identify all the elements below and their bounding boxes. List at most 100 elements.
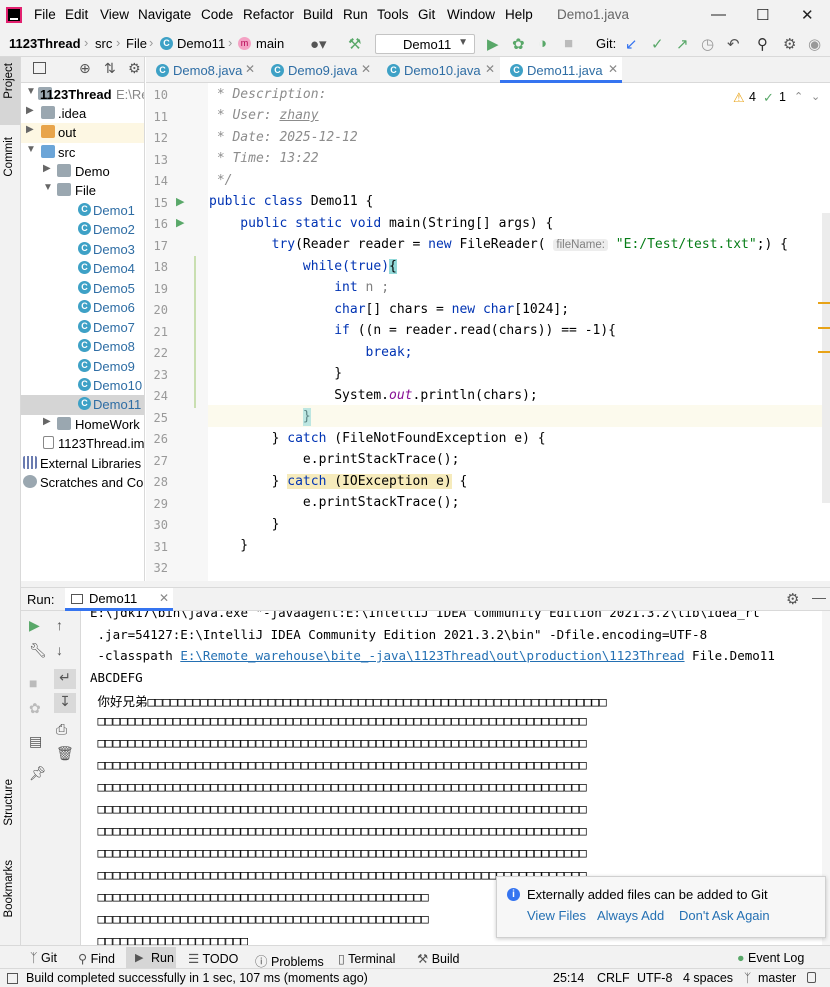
warning-icon[interactable]: ⚠ — [733, 90, 745, 106]
tree-class-demo3[interactable]: C Demo3 — [21, 240, 144, 260]
tool-terminal[interactable]: ▯ Terminal — [338, 951, 395, 966]
breadcrumb-file[interactable]: File — [126, 36, 147, 51]
caret-position[interactable]: 25:14 — [553, 971, 584, 985]
run-gutter-icon[interactable]: ▶ — [176, 216, 184, 229]
menu-window[interactable]: Window — [447, 7, 495, 22]
code-editor[interactable]: 10 11 12 13 14 15 16 17 18 19 20 21 22 2… — [146, 83, 830, 581]
plugin-icon[interactable]: ◉ — [808, 35, 821, 53]
tree-class-demo2[interactable]: C Demo2 — [21, 220, 144, 240]
file-encoding[interactable]: UTF-8 — [637, 971, 672, 985]
tree-item-external-libraries[interactable]: External Libraries — [21, 454, 144, 474]
indent-setting[interactable]: 4 spaces — [683, 971, 733, 985]
chevron-down-icon[interactable]: ⌄ — [811, 90, 820, 103]
stop-icon[interactable]: ■ — [564, 35, 573, 52]
arrow-down-icon[interactable]: ↓ — [56, 642, 63, 658]
git-push-icon[interactable]: ↗ — [676, 35, 689, 53]
rerun-icon[interactable]: ▶ — [29, 617, 40, 634]
user-icon[interactable]: ●▾ — [310, 35, 327, 53]
close-icon[interactable]: ✕ — [608, 62, 618, 76]
menu-build[interactable]: Build — [303, 7, 333, 22]
menu-tools[interactable]: Tools — [377, 7, 409, 22]
tool-build[interactable]: ⚒ Build — [417, 951, 460, 966]
tree-class-demo11[interactable]: C Demo11 — [21, 395, 144, 415]
minimize-icon[interactable]: — — [711, 6, 726, 23]
print-icon[interactable]: ⎙ — [56, 721, 67, 738]
locate-icon[interactable]: ⊕ — [79, 60, 91, 77]
menu-file[interactable]: File — [34, 7, 56, 22]
arrow-up-icon[interactable]: ↑ — [56, 617, 63, 633]
always-add-link[interactable]: Always Add — [597, 908, 664, 923]
tree-class-demo4[interactable]: C Demo4 — [21, 259, 144, 279]
tree-item-scratches[interactable]: Scratches and Cons — [21, 473, 144, 493]
warning-marker[interactable] — [818, 327, 830, 329]
maximize-icon[interactable]: ☐ — [756, 6, 769, 24]
hammer-icon[interactable]: ⚒ — [348, 35, 361, 53]
tree-item-homework[interactable]: ▶ HomeWork — [21, 415, 144, 435]
git-branch[interactable]: master — [758, 971, 796, 985]
breadcrumb-project[interactable]: 1123Thread — [9, 36, 81, 51]
git-update-icon[interactable]: ↙ — [625, 35, 638, 53]
project-tool-button[interactable]: Project — [0, 57, 20, 125]
tool-run[interactable]: ▶ Run — [126, 947, 176, 968]
tree-class-demo7[interactable]: C Demo7 — [21, 318, 144, 338]
collapse-icon[interactable]: ⇅ — [104, 60, 116, 77]
commit-tool-label[interactable]: Commit — [3, 137, 15, 177]
tree-item-idea[interactable]: ▶ .idea — [21, 104, 144, 124]
tool-event-log[interactable]: ● Event Log — [737, 951, 804, 965]
git-commit-icon[interactable]: ✓ — [651, 35, 664, 53]
view-files-link[interactable]: View Files — [527, 908, 586, 923]
close-icon[interactable]: ✕ — [159, 591, 169, 605]
options-icon[interactable]: ⚙ — [128, 60, 141, 77]
structure-tool-label[interactable]: Structure — [3, 779, 15, 826]
project-view-icon[interactable] — [33, 62, 46, 74]
menu-git[interactable]: Git — [418, 7, 435, 22]
dont-ask-again-link[interactable]: Don't Ask Again — [679, 908, 770, 923]
stop-icon[interactable]: ■ — [29, 675, 37, 691]
line-separator[interactable]: CRLF — [597, 971, 630, 985]
tree-item-iml[interactable]: 1123Thread.iml — [21, 434, 144, 454]
tab-demo11[interactable]: C Demo11.java ✕ — [500, 57, 622, 83]
warning-marker[interactable] — [818, 302, 830, 304]
classpath-link[interactable]: E:\Remote_warehouse\bite_-java\1123Threa… — [180, 648, 684, 663]
debug-icon[interactable]: ✿ — [29, 700, 41, 717]
tree-class-demo1[interactable]: C Demo1 — [21, 201, 144, 221]
run-gutter-icon[interactable]: ▶ — [176, 195, 184, 208]
coverage-icon[interactable]: ◑ — [538, 35, 547, 52]
gear-icon[interactable]: ⚙ — [783, 35, 796, 53]
tree-class-demo8[interactable]: C Demo8 — [21, 337, 144, 357]
menu-edit[interactable]: Edit — [65, 7, 88, 22]
tree-class-demo9[interactable]: C Demo9 — [21, 357, 144, 377]
status-square-icon[interactable] — [7, 973, 18, 984]
tree-item-src[interactable]: ▼ src — [21, 143, 144, 163]
tree-root[interactable]: ▼ 1123Thread E:\Re — [21, 85, 144, 105]
tree-class-demo10[interactable]: C Demo10 — [21, 376, 144, 396]
check-icon[interactable]: ✓ — [763, 90, 774, 106]
tree-item-demo[interactable]: ▶ Demo — [21, 162, 144, 182]
menu-view[interactable]: View — [100, 7, 129, 22]
menu-help[interactable]: Help — [505, 7, 533, 22]
tree-class-demo6[interactable]: C Demo6 — [21, 298, 144, 318]
menu-code[interactable]: Code — [201, 7, 233, 22]
close-icon[interactable]: ✕ — [361, 62, 371, 76]
rollback-icon[interactable]: ↶ — [727, 35, 740, 53]
menu-navigate[interactable]: Navigate — [138, 7, 191, 22]
tool-git[interactable]: ᛉ Git — [30, 951, 57, 965]
run-tab[interactable]: Demo11 ✕ — [65, 588, 173, 611]
tree-item-out[interactable]: ▶ out — [21, 123, 144, 143]
run-config-select[interactable]: Demo11 ▼ — [375, 34, 475, 54]
run-icon[interactable]: ▶ — [487, 35, 499, 53]
chevron-up-icon[interactable]: ⌃ — [794, 90, 803, 103]
bookmarks-tool-label[interactable]: Bookmarks — [3, 860, 15, 918]
scroll-to-end-icon[interactable]: ↧ — [54, 693, 76, 713]
tab-demo9[interactable]: C Demo9.java ✕ — [261, 57, 375, 83]
menu-refactor[interactable]: Refactor — [243, 7, 294, 22]
tree-class-demo5[interactable]: C Demo5 — [21, 279, 144, 299]
pin-icon[interactable]: 📌︎ — [29, 765, 47, 782]
close-icon[interactable]: ✕ — [485, 62, 495, 76]
close-icon[interactable]: ✕ — [801, 6, 814, 24]
wrench-icon[interactable]: 🔧︎ — [29, 642, 47, 659]
tool-find[interactable]: ⚲ Find — [78, 951, 115, 966]
close-icon[interactable]: ✕ — [245, 62, 255, 76]
tree-item-file[interactable]: ▼ File — [21, 181, 144, 201]
minimize-panel-icon[interactable]: — — [812, 589, 826, 605]
